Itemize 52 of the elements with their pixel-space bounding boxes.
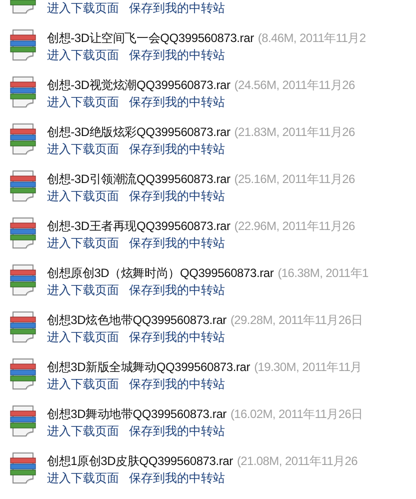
- archive-file-icon: [10, 310, 38, 344]
- file-name: 创想-3D让空间飞一会QQ399560873.rar: [47, 31, 254, 45]
- file-link[interactable]: 进入下载页面: [47, 142, 119, 156]
- file-link[interactable]: 进入下载页面: [47, 1, 119, 15]
- file-link[interactable]: 进入下载页面: [47, 95, 119, 109]
- file-link[interactable]: 进入下载页面: [47, 377, 119, 391]
- archive-file-icon: [10, 357, 38, 391]
- file-link[interactable]: 保存到我的中转站: [129, 283, 225, 297]
- file-link[interactable]: 保存到我的中转站: [129, 377, 225, 391]
- file-link[interactable]: 保存到我的中转站: [129, 1, 225, 15]
- file-details: (16.02M, 2011年11月26日: [230, 407, 363, 421]
- file-link[interactable]: 进入下载页面: [47, 283, 119, 297]
- file-link[interactable]: 保存到我的中转站: [129, 424, 225, 438]
- archive-file-icon: [10, 75, 38, 109]
- file-name: 创想1原创3D皮肤QQ399560873.rar: [47, 454, 233, 468]
- file-link[interactable]: 保存到我的中转站: [129, 471, 225, 485]
- file-link[interactable]: 保存到我的中转站: [129, 236, 225, 250]
- file-link[interactable]: 进入下载页面: [47, 424, 119, 438]
- file-details: (25.16M, 2011年11月26: [234, 172, 355, 186]
- file-details: (8.46M, 2011年11月2: [258, 31, 366, 45]
- file-name: 创想-3D视觉炫潮QQ399560873.rar: [47, 78, 230, 92]
- archive-file-icon: [10, 28, 38, 62]
- file-link[interactable]: 进入下载页面: [47, 330, 119, 344]
- file-link[interactable]: 保存到我的中转站: [129, 189, 225, 203]
- file-name: 创想3D舞动地带QQ399560873.rar: [47, 407, 226, 421]
- file-details: (16.38M, 2011年1: [278, 266, 368, 280]
- file-link[interactable]: 保存到我的中转站: [129, 142, 225, 156]
- file-link[interactable]: 保存到我的中转站: [129, 330, 225, 344]
- file-name: 创想-3D引领潮流QQ399560873.rar: [47, 172, 230, 186]
- archive-file-icon: [10, 451, 38, 485]
- file-details: (21.83M, 2011年11月26: [234, 125, 355, 139]
- archive-file-icon: [10, 122, 38, 156]
- file-name: 创想3D炫色地带QQ399560873.rar: [47, 313, 226, 327]
- file-details: (22.96M, 2011年11月26: [234, 219, 355, 233]
- file-link[interactable]: 保存到我的中转站: [129, 48, 225, 62]
- file-name: 创想原创3D（炫舞时尚）QQ399560873.rar: [47, 266, 274, 280]
- archive-file-icon: [10, 263, 38, 297]
- file-link[interactable]: 进入下载页面: [47, 471, 119, 485]
- file-details: (19.30M, 2011年11月: [254, 360, 362, 374]
- file-name: 创想3D新版全城舞动QQ399560873.rar: [47, 360, 250, 374]
- archive-file-icon: [10, 216, 38, 250]
- file-link[interactable]: 保存到我的中转站: [129, 95, 225, 109]
- file-details: (21.08M, 2011年11月26: [236, 454, 358, 468]
- archive-file-icon: [10, 169, 38, 203]
- file-link[interactable]: 进入下载页面: [47, 236, 119, 250]
- file-details: (24.56M, 2011年11月26: [234, 78, 355, 92]
- file-details: (29.28M, 2011年11月26日: [230, 313, 363, 327]
- file-name: 创想-3D王者再现QQ399560873.rar: [47, 219, 230, 233]
- file-link[interactable]: 进入下载页面: [47, 48, 119, 62]
- archive-file-icon: [10, 404, 38, 438]
- file-name: 创想-3D绝版炫彩QQ399560873.rar: [47, 125, 230, 139]
- file-link[interactable]: 进入下载页面: [47, 189, 119, 203]
